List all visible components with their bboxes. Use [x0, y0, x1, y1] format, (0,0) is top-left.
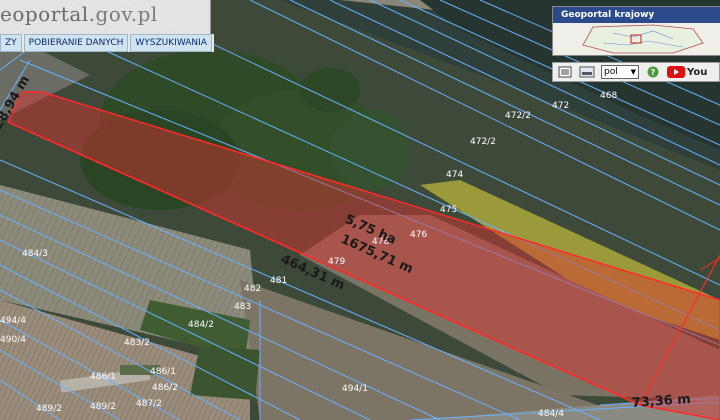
map-toolbar: pol ▼ ? You — [552, 62, 720, 82]
parcel-label: 476 — [410, 230, 427, 240]
parcel-label: 479 — [328, 257, 345, 267]
parcel-label: 494/1 — [342, 384, 368, 394]
help-icon[interactable]: ? — [645, 65, 661, 79]
parcel-label: 472 — [552, 101, 569, 111]
menu-item-search[interactable]: WYSZUKIWANIA — [130, 34, 212, 52]
main-menu: ZY POBIERANIE DANYCH WYSZUKIWANIA — [0, 34, 214, 52]
youtube-label: You — [687, 66, 708, 78]
overview-map-title: Geoportal krajowy — [553, 7, 720, 23]
logo-text-domain: .gov.pl — [88, 2, 158, 26]
parcel-label: 489/2 — [90, 402, 116, 412]
svg-text:?: ? — [651, 68, 656, 77]
parcel-label: 486/2 — [152, 383, 178, 393]
menu-item-data-download[interactable]: POBIERANIE DANYCH — [23, 34, 129, 52]
wms-icon[interactable] — [579, 65, 595, 79]
youtube-play-icon — [667, 66, 685, 78]
parcel-label: 494/4 — [0, 316, 26, 326]
menu-item-partial[interactable]: ZY — [0, 34, 22, 52]
parcel-label: 472/2 — [505, 111, 531, 121]
parcel-label: 483 — [234, 302, 251, 312]
youtube-link[interactable]: You — [667, 66, 707, 78]
parcel-label: 484/3 — [22, 249, 48, 259]
overview-map[interactable]: Geoportal krajowy — [552, 6, 720, 56]
parcel-label: 474 — [446, 170, 463, 180]
parcel-label: 484/2 — [188, 320, 214, 330]
logo-text-main: eoportal — [0, 2, 89, 26]
parcel-label: 486/1 — [150, 367, 176, 377]
parcel-label: 484/4 — [538, 409, 564, 419]
chevron-down-icon: ▼ — [630, 68, 636, 76]
parcel-label: 487/2 — [136, 399, 162, 409]
parcel-label: 475 — [440, 205, 457, 215]
overview-map-image — [553, 23, 720, 55]
parcel-label: 483/2 — [124, 338, 150, 348]
parcel-label: 489/2 — [36, 404, 62, 414]
language-select[interactable]: pol ▼ — [601, 65, 639, 79]
parcel-label: 472/2 — [470, 137, 496, 147]
logo-text: eoportal.gov.pl — [0, 2, 158, 26]
parcel-label: 486/1 — [90, 372, 116, 382]
legend-icon[interactable] — [557, 65, 573, 79]
parcel-label: 490/4 — [0, 335, 26, 345]
language-select-value: pol — [604, 67, 618, 77]
parcel-label: 481 — [270, 276, 287, 286]
parcel-label: 468 — [600, 91, 617, 101]
geoportal-logo[interactable]: eoportal.gov.pl — [0, 0, 211, 35]
parcel-label: 482 — [244, 284, 261, 294]
